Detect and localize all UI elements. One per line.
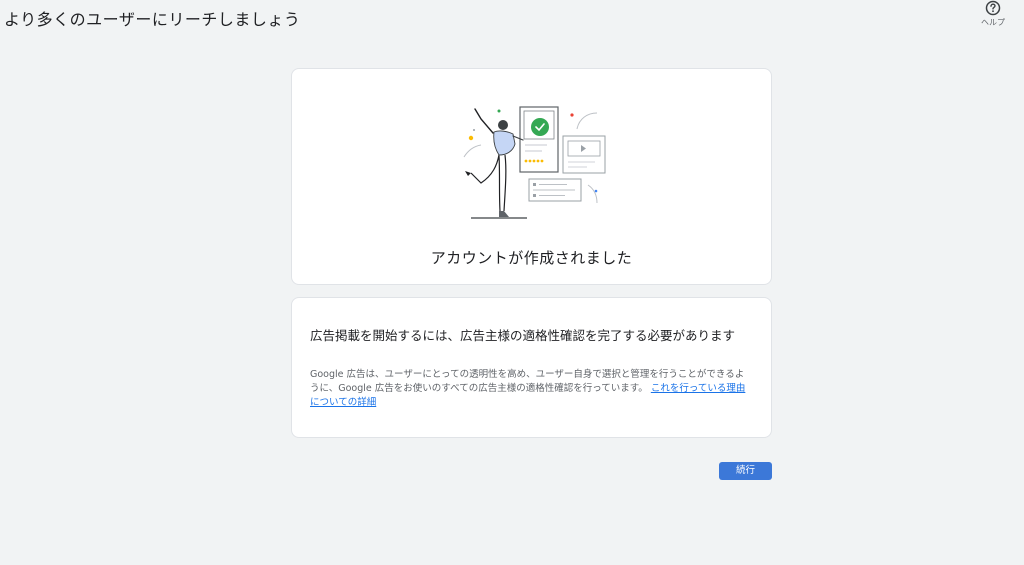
continue-button[interactable]: 続行 (719, 462, 772, 480)
account-created-title: アカウントが作成されました (430, 249, 633, 267)
verification-requirement-title: 広告掲載を開始するには、広告主様の適格性確認を完了する必要があります (310, 328, 736, 343)
page-title: より多くのユーザーにリーチしましょう (4, 10, 301, 29)
help-label: ヘルプ (981, 18, 1005, 27)
verification-requirement-description: Google 広告は、ユーザーにとっての透明性を高め、ユーザー自身で選択と管理を… (310, 368, 753, 410)
person-celebrating-ad-cards-illustration (463, 106, 606, 219)
success-card: アカウントが作成されました (291, 68, 772, 285)
verification-requirement-card: 広告掲載を開始するには、広告主様の適格性確認を完了する必要があります Googl… (291, 297, 772, 438)
help-button[interactable]: ヘルプ (978, 0, 1008, 28)
help-circle-icon (985, 0, 1001, 16)
